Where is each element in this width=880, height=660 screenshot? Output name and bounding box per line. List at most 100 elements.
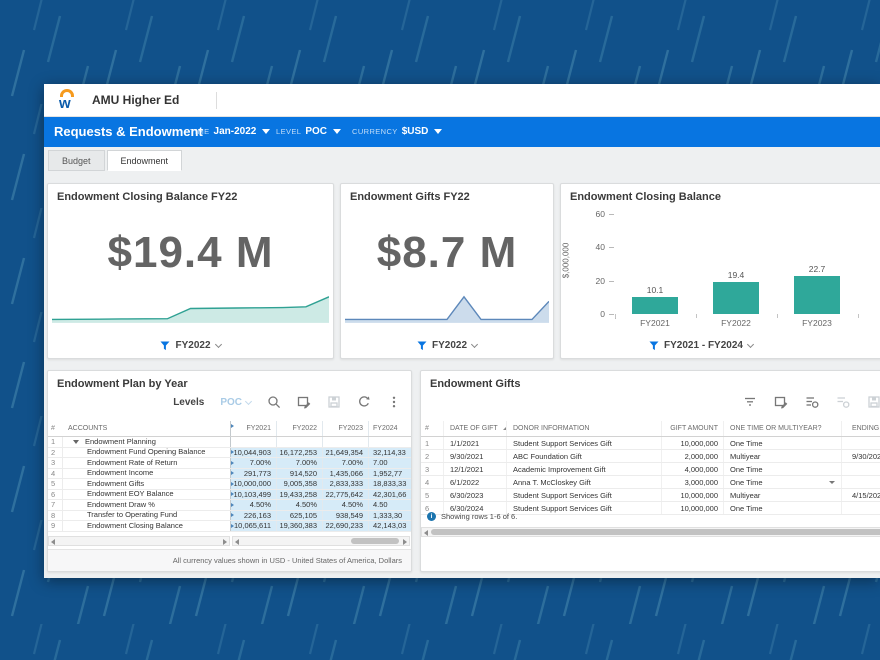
value-cell[interactable]: 938,549: [322, 511, 368, 521]
value-cell[interactable]: 19,433,258: [276, 490, 322, 500]
col-fy2021[interactable]: FY2021: [230, 421, 276, 436]
gift-amount-cell[interactable]: 10,000,000: [661, 502, 723, 514]
gift-amount-cell[interactable]: 3,000,000: [661, 476, 723, 488]
value-cell[interactable]: 4.50%: [276, 500, 322, 510]
value-cell[interactable]: 42,301,66: [368, 490, 412, 500]
currency-prompt[interactable]: CURRENCY $USD: [352, 126, 442, 137]
value-cell[interactable]: 9,005,358: [276, 479, 322, 489]
edit-grid-icon[interactable]: [774, 395, 788, 409]
value-cell[interactable]: 7.00%: [276, 458, 322, 468]
value-cell[interactable]: 32,114,33: [368, 448, 412, 458]
bar-fy2021[interactable]: [632, 297, 678, 314]
value-cell[interactable]: 19,360,383: [276, 521, 322, 531]
value-cell[interactable]: 1,333,30: [368, 511, 412, 521]
value-cell[interactable]: [276, 437, 322, 447]
value-cell[interactable]: 22,690,233: [322, 521, 368, 531]
refresh-icon[interactable]: [357, 395, 371, 409]
value-cell[interactable]: 1,435,066: [322, 469, 368, 479]
gift-amount-cell[interactable]: 10,000,000: [661, 437, 723, 449]
value-cell[interactable]: 914,520: [276, 469, 322, 479]
donor-cell[interactable]: Student Support Services Gift: [506, 502, 661, 514]
col-ending-date[interactable]: ENDING DATE: [841, 421, 880, 436]
col-accounts[interactable]: ACCOUNTS: [62, 421, 230, 436]
date-of-gift-cell[interactable]: 6/1/2022: [443, 476, 506, 488]
date-of-gift-cell[interactable]: 12/1/2021: [443, 463, 506, 475]
fy2022-filter-chip[interactable]: FY2022: [341, 340, 553, 351]
value-cell[interactable]: [230, 437, 276, 447]
col-fy2024[interactable]: FY2024: [368, 421, 412, 436]
scrollbar-thumb[interactable]: [351, 538, 399, 544]
ending-date-cell[interactable]: [841, 463, 880, 475]
gift-type-cell[interactable]: Multiyear: [723, 450, 841, 462]
gift-type-cell[interactable]: One Time: [723, 463, 841, 475]
value-cell[interactable]: 10,103,499: [230, 490, 276, 500]
gift-amount-cell[interactable]: 4,000,000: [661, 463, 723, 475]
bar-fy2022[interactable]: [713, 282, 759, 314]
value-cell[interactable]: 4.50%: [230, 500, 276, 510]
scrollbar-thumb[interactable]: [431, 529, 880, 535]
kebab-menu-icon[interactable]: [387, 395, 401, 409]
fy-range-filter-chip[interactable]: FY2021 - FY2024: [561, 340, 841, 351]
workday-logo-icon[interactable]: w: [56, 88, 82, 114]
gift-type-cell[interactable]: Multiyear: [723, 489, 841, 501]
col-fy2022[interactable]: FY2022: [276, 421, 322, 436]
donor-cell[interactable]: Academic Improvement Gift: [506, 463, 661, 475]
value-cell[interactable]: 4.50: [368, 500, 412, 510]
value-cell[interactable]: 226,163: [230, 511, 276, 521]
scroll-left-icon[interactable]: [51, 539, 55, 545]
gift-type-cell[interactable]: One Time: [723, 437, 841, 449]
donor-cell[interactable]: Student Support Services Gift: [506, 489, 661, 501]
value-cell[interactable]: 18,833,33: [368, 479, 412, 489]
gift-amount-cell[interactable]: 2,000,000: [661, 450, 723, 462]
ending-date-cell[interactable]: 9/30/2023: [841, 450, 880, 462]
col-gift-amount[interactable]: GIFT AMOUNT: [661, 421, 723, 436]
scroll-left-icon[interactable]: [424, 530, 428, 536]
col-donor-information[interactable]: DONOR INFORMATION: [506, 421, 661, 436]
donor-cell[interactable]: ABC Foundation Gift: [506, 450, 661, 462]
values-pane-scrollbar[interactable]: [232, 536, 410, 546]
dropdown-caret-icon[interactable]: [829, 481, 835, 484]
tab-endowment[interactable]: Endowment: [107, 150, 183, 171]
col-one-time-or-multiyear[interactable]: ONE TIME OR MULTIYEAR?: [723, 421, 841, 436]
scroll-right-icon[interactable]: [223, 539, 227, 545]
value-cell[interactable]: 10,065,611: [230, 521, 276, 531]
manage-columns-icon[interactable]: [805, 395, 819, 409]
level-prompt[interactable]: LEVEL POC: [276, 126, 341, 137]
donor-cell[interactable]: Student Support Services Gift: [506, 437, 661, 449]
value-cell[interactable]: [322, 437, 368, 447]
scroll-right-icon[interactable]: [403, 539, 407, 545]
date-of-gift-cell[interactable]: 6/30/2023: [443, 489, 506, 501]
ending-date-cell[interactable]: 4/15/2024: [841, 489, 880, 501]
value-cell[interactable]: 4.50%: [322, 500, 368, 510]
gift-amount-cell[interactable]: 10,000,000: [661, 489, 723, 501]
value-cell[interactable]: [368, 437, 412, 447]
gift-type-cell[interactable]: One Time: [723, 502, 841, 514]
date-of-gift-cell[interactable]: 1/1/2021: [443, 437, 506, 449]
value-cell[interactable]: 10,000,000: [230, 479, 276, 489]
fy2022-filter-chip[interactable]: FY2022: [48, 340, 333, 351]
tab-budget[interactable]: Budget: [48, 150, 105, 171]
value-cell[interactable]: 7.00: [368, 458, 412, 468]
time-prompt[interactable]: TIME Jan-2022: [190, 126, 270, 137]
value-cell[interactable]: 7.00%: [322, 458, 368, 468]
ending-date-cell[interactable]: [841, 502, 880, 514]
ending-date-cell[interactable]: [841, 437, 880, 449]
accounts-pane-scrollbar[interactable]: [48, 536, 230, 546]
value-cell[interactable]: 21,649,354: [322, 448, 368, 458]
col-fy2023[interactable]: FY2023: [322, 421, 368, 436]
col-date-of-gift[interactable]: DATE OF GIFT: [443, 421, 506, 436]
value-cell[interactable]: 22,775,642: [322, 490, 368, 500]
value-cell[interactable]: 2,833,333: [322, 479, 368, 489]
value-cell[interactable]: 42,143,03: [368, 521, 412, 531]
gift-type-cell[interactable]: One Time: [723, 476, 841, 488]
edit-grid-icon[interactable]: [297, 395, 311, 409]
date-of-gift-cell[interactable]: 9/30/2021: [443, 450, 506, 462]
manage-filters-icon[interactable]: [836, 395, 850, 409]
bar-fy2023[interactable]: [794, 276, 840, 314]
save-icon[interactable]: [867, 395, 880, 409]
value-cell[interactable]: 625,105: [276, 511, 322, 521]
levels-dropdown[interactable]: POC: [220, 397, 251, 408]
ending-date-cell[interactable]: [841, 476, 880, 488]
filter-icon[interactable]: [743, 395, 757, 409]
search-icon[interactable]: [267, 395, 281, 409]
